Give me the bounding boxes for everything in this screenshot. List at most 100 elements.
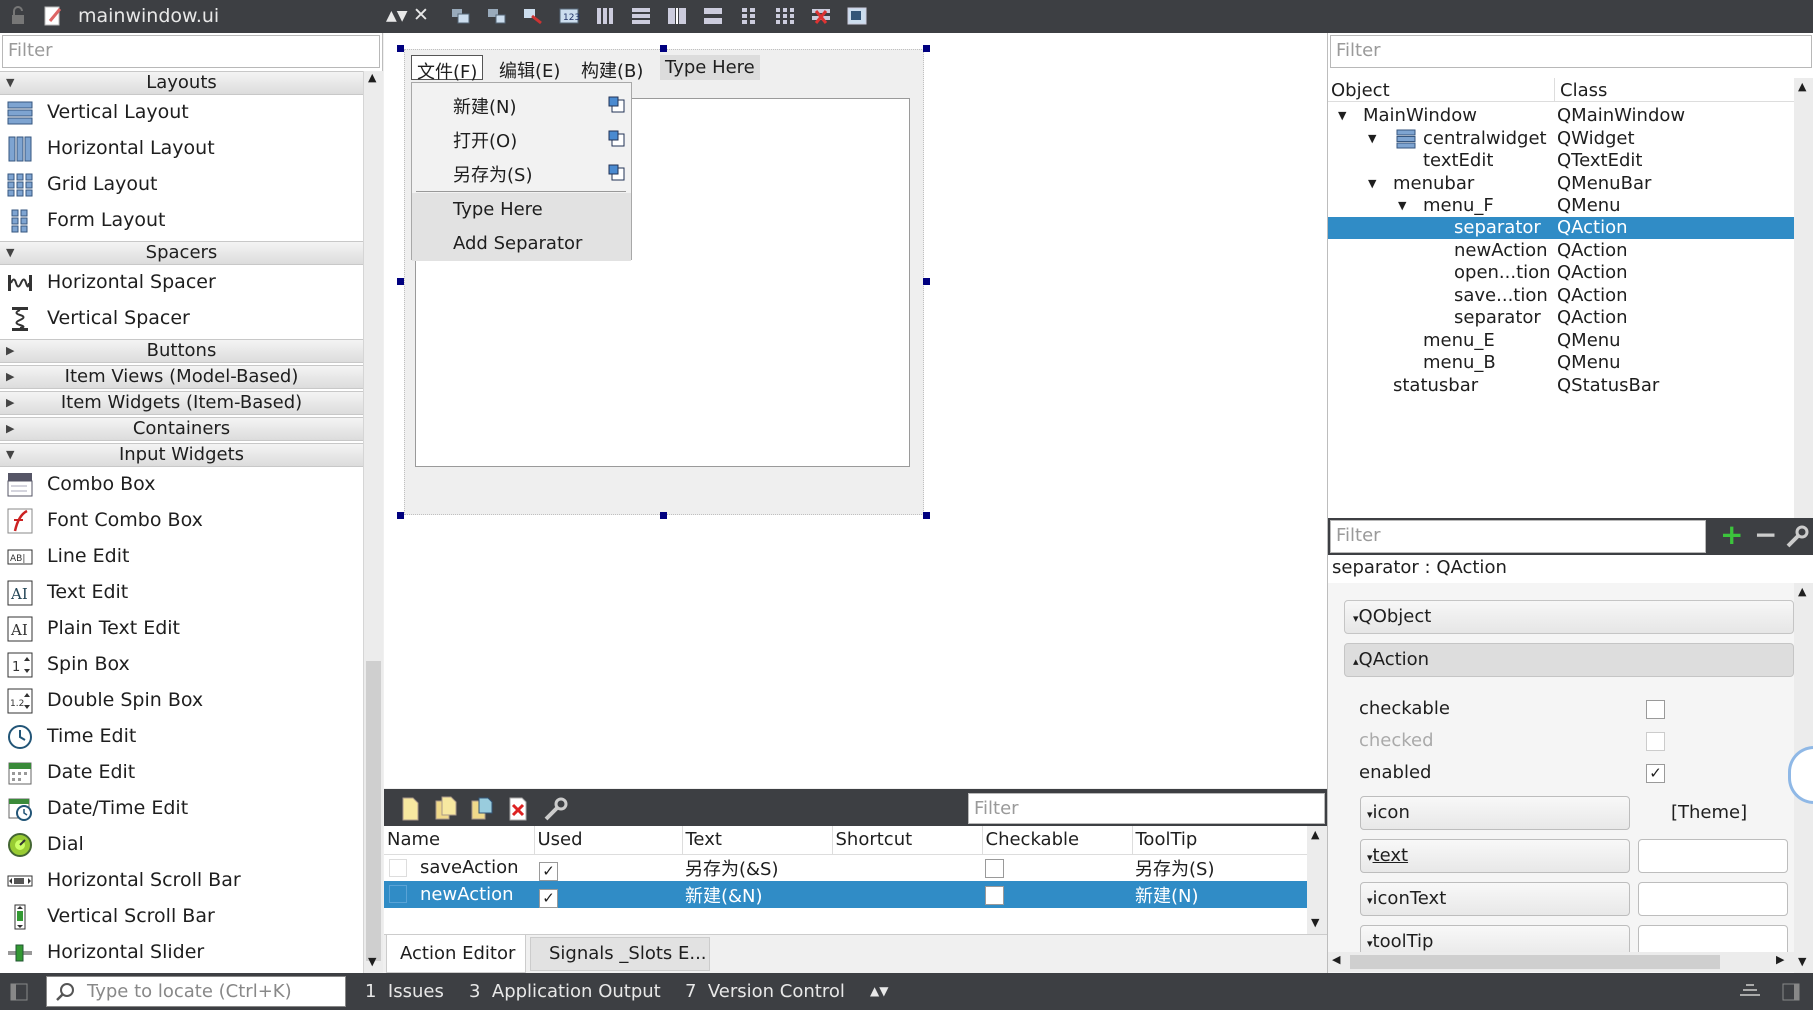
checkable-checkbox[interactable] xyxy=(1646,700,1665,719)
widget-time-edit[interactable]: Time Edit xyxy=(0,719,363,755)
tree-row-openaction[interactable]: open...tion QAction xyxy=(1328,262,1794,284)
widget-plain-text-edit[interactable]: AI Plain Text Edit xyxy=(0,611,363,647)
edit-widgets-icon[interactable] xyxy=(450,6,472,26)
edit-signals-icon[interactable] xyxy=(486,6,508,26)
new-action-icon[interactable] xyxy=(396,795,424,823)
widget-grid-layout[interactable]: Grid Layout xyxy=(0,167,363,203)
widget-date-edit[interactable]: Date Edit xyxy=(0,755,363,791)
tree-row-saveaction[interactable]: save...tion QAction xyxy=(1328,285,1794,307)
edit-buddies-icon[interactable] xyxy=(522,6,544,26)
collapse-arrow-icon[interactable]: ▼ xyxy=(1368,177,1376,190)
widget-form-layout[interactable]: Form Layout xyxy=(0,203,363,239)
icontext-value-field[interactable] xyxy=(1638,882,1788,916)
toggle-sidebar-icon[interactable] xyxy=(10,983,28,1001)
scroll-up-arrow-icon[interactable]: ▲ xyxy=(1798,80,1806,93)
menu-edit[interactable]: 编辑(E) xyxy=(494,55,565,82)
prop-icontext-button[interactable]: ▾iconText xyxy=(1360,882,1630,916)
add-dynamic-property-icon[interactable]: + xyxy=(1720,518,1743,551)
progress-details-icon[interactable] xyxy=(1738,983,1762,1001)
remove-dynamic-property-icon[interactable]: − xyxy=(1754,518,1777,551)
table-row-selected[interactable]: newAction ✓ 新建(&N) 新建(N) xyxy=(384,881,1307,908)
object-filter-input[interactable]: Filter xyxy=(1330,35,1812,68)
copy-action-icon[interactable] xyxy=(432,795,460,823)
submenu-add-icon[interactable] xyxy=(608,130,626,148)
lay-out-grid-icon[interactable] xyxy=(774,6,796,26)
widget-box-scrollbar[interactable]: ▲ ▼ xyxy=(363,71,383,973)
collapse-arrow-icon[interactable]: ▼ xyxy=(1398,199,1406,212)
tree-row-centralwidget[interactable]: ▼ centralwidget QWidget xyxy=(1328,128,1794,150)
tree-row-menu-b[interactable]: menu_B QMenu xyxy=(1328,352,1794,374)
break-layout-icon[interactable] xyxy=(810,6,832,26)
issues-pane-button[interactable]: 1 Issues xyxy=(365,981,444,1002)
tree-row-statusbar[interactable]: statusbar QStatusBar xyxy=(1328,375,1794,397)
column-header-object[interactable]: Object xyxy=(1331,80,1390,101)
property-editor-hscrollbar[interactable]: ◀ ▶ xyxy=(1328,952,1794,972)
lay-out-form-icon[interactable] xyxy=(738,6,760,26)
lay-out-horizontal-splitter-icon[interactable] xyxy=(666,6,688,26)
locator-input[interactable]: Type to locate (Ctrl+K) xyxy=(46,976,346,1007)
delete-action-icon[interactable] xyxy=(504,795,532,823)
widget-filter-input[interactable]: Filter xyxy=(2,35,380,68)
action-filter-input[interactable]: Filter xyxy=(968,793,1325,824)
text-value-field[interactable] xyxy=(1638,839,1788,873)
category-buttons[interactable]: ▶ Buttons xyxy=(0,339,363,363)
collapse-arrow-icon[interactable]: ▼ xyxy=(1338,109,1346,122)
lay-out-horizontally-icon[interactable] xyxy=(594,6,616,26)
scroll-right-arrow-icon[interactable]: ▶ xyxy=(1776,953,1784,966)
group-qaction[interactable]: ▴QAction xyxy=(1344,643,1794,677)
group-qobject[interactable]: ▾QObject xyxy=(1344,600,1794,634)
scroll-down-arrow-icon[interactable]: ▼ xyxy=(368,955,376,968)
more-panes-icon[interactable]: ▲▼ xyxy=(870,984,888,998)
column-header-name[interactable]: Name xyxy=(384,826,535,854)
collapse-arrow-icon[interactable]: ▼ xyxy=(1368,132,1376,145)
object-inspector-scrollbar[interactable]: ▲ ▼ xyxy=(1794,78,1813,548)
widget-horizontal-spacer[interactable]: Horizontal Spacer xyxy=(0,265,363,301)
column-header-class[interactable]: Class xyxy=(1560,80,1607,101)
document-switch-icon[interactable]: ▲▼ xyxy=(386,8,408,24)
widget-line-edit[interactable]: AB| Line Edit xyxy=(0,539,363,575)
column-header-tooltip[interactable]: ToolTip xyxy=(1132,826,1307,854)
scroll-left-arrow-icon[interactable]: ◀ xyxy=(1332,953,1340,966)
configure-icon[interactable] xyxy=(542,795,570,823)
close-document-icon[interactable]: ✕ xyxy=(413,4,429,26)
widget-datetime-edit[interactable]: Date/Time Edit xyxy=(0,791,363,827)
menu-type-here[interactable]: Type Here xyxy=(660,55,760,80)
widget-horizontal-slider[interactable]: Horizontal Slider xyxy=(0,935,363,971)
widget-combo-box[interactable]: Combo Box xyxy=(0,467,363,503)
lay-out-vertical-splitter-icon[interactable] xyxy=(702,6,724,26)
widget-dial[interactable]: Dial xyxy=(0,827,363,863)
widget-vertical-scroll-bar[interactable]: Vertical Scroll Bar xyxy=(0,899,363,935)
widget-vertical-layout[interactable]: Vertical Layout xyxy=(0,95,363,131)
used-checkbox[interactable]: ✓ xyxy=(539,862,558,882)
resize-handle[interactable] xyxy=(923,278,930,285)
resize-handle[interactable] xyxy=(397,278,404,285)
widget-horizontal-layout[interactable]: Horizontal Layout xyxy=(0,131,363,167)
submenu-add-icon[interactable] xyxy=(608,96,626,114)
category-input-widgets[interactable]: ▼ Input Widgets xyxy=(0,443,363,467)
toggle-right-sidebar-icon[interactable] xyxy=(1782,983,1800,1001)
tree-row-menubar[interactable]: ▼ menubar QMenuBar xyxy=(1328,173,1794,195)
scroll-up-arrow-icon[interactable]: ▲ xyxy=(368,71,376,84)
version-control-button[interactable]: 7 Version Control xyxy=(685,981,845,1002)
lay-out-vertically-icon[interactable] xyxy=(630,6,652,26)
widget-horizontal-scroll-bar[interactable]: Horizontal Scroll Bar xyxy=(0,863,363,899)
category-containers[interactable]: ▶ Containers xyxy=(0,417,363,441)
category-layouts[interactable]: ▼ Layouts xyxy=(0,71,363,95)
edit-tab-order-icon[interactable]: 123 xyxy=(558,6,580,26)
tree-row-mainwindow[interactable]: ▼ MainWindow QMainWindow xyxy=(1328,105,1794,127)
resize-handle[interactable] xyxy=(660,512,667,519)
checkable-checkbox[interactable] xyxy=(985,858,1004,878)
menu-build[interactable]: 构建(B) xyxy=(576,55,648,82)
resize-handle[interactable] xyxy=(397,45,404,52)
scroll-down-arrow-icon[interactable]: ▼ xyxy=(1798,955,1806,968)
property-filter-input[interactable]: Filter xyxy=(1330,520,1706,553)
prop-icon-button[interactable]: ▾icon xyxy=(1360,796,1630,830)
tab-action-editor[interactable]: Action Editor xyxy=(386,935,526,973)
category-spacers[interactable]: ▼ Spacers xyxy=(0,241,363,265)
resize-handle[interactable] xyxy=(660,45,667,52)
widget-text-edit[interactable]: AI Text Edit xyxy=(0,575,363,611)
widget-font-combo-box[interactable]: Font Combo Box xyxy=(0,503,363,539)
column-header-shortcut[interactable]: Shortcut xyxy=(832,826,983,854)
scroll-handle[interactable] xyxy=(366,661,381,961)
tree-row-separator[interactable]: separator QAction xyxy=(1328,307,1794,329)
